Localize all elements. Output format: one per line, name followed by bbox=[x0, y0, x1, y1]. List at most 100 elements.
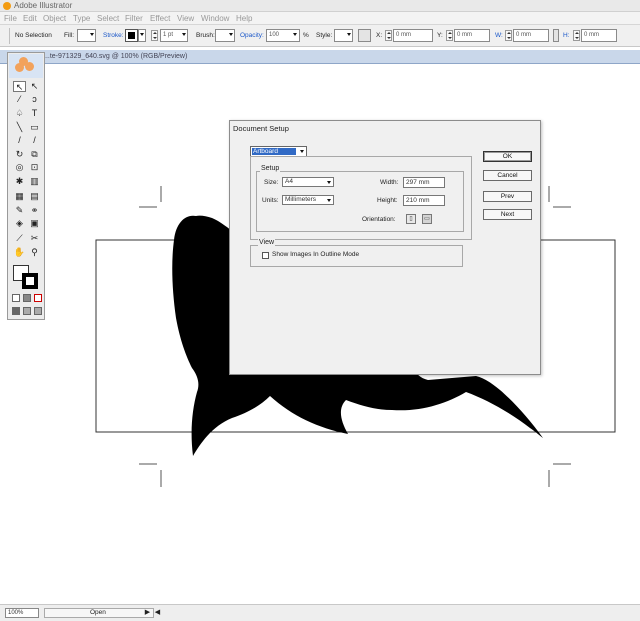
x-input[interactable]: 0 mm bbox=[393, 29, 433, 42]
full-screen-mode-icon[interactable] bbox=[34, 307, 42, 315]
stroke-swatch[interactable] bbox=[125, 29, 138, 42]
pencil-tool-icon[interactable]: / bbox=[28, 135, 41, 146]
standard-screen-mode-icon[interactable] bbox=[12, 307, 20, 315]
stroke-color-swatch[interactable] bbox=[22, 273, 38, 289]
menu-window[interactable]: Window bbox=[201, 14, 229, 23]
document-setup-dialog: Document Setup Artboard Setup Size: A4 U… bbox=[229, 120, 541, 375]
zoom-tool-icon[interactable]: ⚲ bbox=[28, 247, 41, 258]
status-text: Open bbox=[90, 609, 106, 616]
menu-select[interactable]: Select bbox=[97, 14, 119, 23]
size-dropdown[interactable]: A4 bbox=[282, 177, 334, 187]
h-stepper[interactable] bbox=[573, 30, 580, 41]
symbol-sprayer-tool-icon[interactable]: ✱ bbox=[13, 176, 26, 187]
menu-object[interactable]: Object bbox=[43, 14, 66, 23]
menu-effect[interactable]: Effect bbox=[150, 14, 170, 23]
lasso-tool-icon[interactable]: ↄ bbox=[28, 94, 41, 105]
direct-selection-tool-icon[interactable]: ↖ bbox=[28, 81, 41, 92]
h-label[interactable]: H: bbox=[563, 32, 570, 39]
document-tab-bar: ...te-971329_640.svg @ 100% (RGB/Preview… bbox=[0, 50, 640, 64]
y-stepper[interactable] bbox=[446, 30, 453, 41]
menu-help[interactable]: Help bbox=[236, 14, 252, 23]
rotate-tool-icon[interactable]: ↻ bbox=[13, 149, 26, 160]
live-paint-tool-icon[interactable]: ◈ bbox=[13, 218, 26, 229]
menu-edit[interactable]: Edit bbox=[23, 14, 37, 23]
w-label[interactable]: W: bbox=[495, 32, 503, 39]
column-graph-tool-icon[interactable]: ▥ bbox=[28, 176, 41, 187]
units-dropdown[interactable]: Millimeters bbox=[282, 195, 334, 205]
stroke-weight-input[interactable]: 1 pt bbox=[160, 29, 188, 42]
brush-label: Brush: bbox=[196, 32, 215, 39]
stroke-swatch-dropdown[interactable] bbox=[138, 29, 146, 42]
free-transform-tool-icon[interactable]: ⊡ bbox=[28, 162, 41, 173]
outline-mode-label: Show Images In Outline Mode bbox=[272, 251, 360, 258]
play-forward-icon[interactable]: ▶ bbox=[143, 608, 152, 618]
height-input[interactable]: 210 mm bbox=[403, 195, 445, 206]
scissors-tool-icon[interactable]: ✂ bbox=[28, 233, 41, 244]
color-mode-icon[interactable] bbox=[12, 294, 20, 302]
scale-tool-icon[interactable]: ⧉ bbox=[28, 149, 41, 160]
setup-group-label: Setup bbox=[260, 165, 281, 172]
stroke-weight-stepper[interactable] bbox=[151, 30, 158, 41]
app-logo-icon bbox=[3, 2, 11, 10]
style-label: Style: bbox=[316, 32, 333, 39]
units-label: Units: bbox=[262, 197, 279, 204]
landscape-orientation-icon[interactable]: ▭ bbox=[422, 214, 432, 224]
menu-filter[interactable]: Filter bbox=[125, 14, 143, 23]
fill-swatch-dropdown[interactable] bbox=[77, 29, 96, 42]
opacity-input[interactable]: 100 bbox=[266, 29, 300, 42]
rectangle-tool-icon[interactable]: ▭ bbox=[28, 122, 41, 133]
stroke-label[interactable]: Stroke: bbox=[103, 32, 124, 39]
style-dropdown[interactable] bbox=[334, 29, 353, 42]
view-group-label: View bbox=[258, 239, 276, 246]
next-button[interactable]: Next bbox=[483, 209, 532, 220]
menu-type[interactable]: Type bbox=[73, 14, 90, 23]
orientation-label: Orientation: bbox=[362, 216, 396, 223]
hand-tool-icon[interactable]: ✋ bbox=[13, 247, 26, 258]
slice-tool-icon[interactable]: ⟋ bbox=[13, 233, 26, 244]
chevron-down-icon bbox=[327, 199, 331, 202]
menu-file[interactable]: File bbox=[4, 14, 17, 23]
opacity-label[interactable]: Opacity: bbox=[240, 32, 264, 39]
link-icon[interactable] bbox=[553, 29, 559, 42]
app-title: Adobe Illustrator bbox=[14, 1, 73, 10]
gradient-mode-icon[interactable] bbox=[23, 294, 31, 302]
y-label: Y: bbox=[437, 32, 443, 39]
eyedropper-tool-icon[interactable]: ✎ bbox=[13, 205, 26, 216]
zoom-dropdown[interactable]: 100% bbox=[5, 608, 39, 618]
line-tool-icon[interactable]: ╲ bbox=[13, 122, 26, 133]
outline-mode-checkbox[interactable] bbox=[262, 252, 269, 259]
document-title[interactable]: ...te-971329_640.svg @ 100% (RGB/Preview… bbox=[44, 53, 187, 60]
menu-bar: File Edit Object Type Select Filter Effe… bbox=[0, 12, 640, 25]
mesh-tool-icon[interactable]: ▦ bbox=[13, 191, 26, 202]
gradient-tool-icon[interactable]: ▤ bbox=[28, 191, 41, 202]
selection-tool-icon[interactable]: ↖ bbox=[13, 81, 26, 92]
ok-button[interactable]: OK bbox=[483, 151, 532, 162]
none-mode-icon[interactable] bbox=[34, 294, 42, 302]
title-bar: Adobe Illustrator bbox=[0, 0, 640, 12]
w-input[interactable]: 0 mm bbox=[513, 29, 549, 42]
full-screen-menu-mode-icon[interactable] bbox=[23, 307, 31, 315]
live-paint-selection-tool-icon[interactable]: ▣ bbox=[28, 218, 41, 229]
w-stepper[interactable] bbox=[505, 30, 512, 41]
dialog-title: Document Setup bbox=[233, 124, 289, 133]
width-input[interactable]: 297 mm bbox=[403, 177, 445, 188]
warp-tool-icon[interactable]: ◎ bbox=[13, 162, 26, 173]
menu-view[interactable]: View bbox=[177, 14, 194, 23]
flower-logo-icon bbox=[9, 54, 43, 78]
opacity-unit: % bbox=[303, 32, 309, 39]
brush-dropdown[interactable] bbox=[215, 29, 235, 42]
y-input[interactable]: 0 mm bbox=[454, 29, 490, 42]
prev-button[interactable]: Prev bbox=[483, 191, 532, 202]
x-stepper[interactable] bbox=[385, 30, 392, 41]
portrait-orientation-icon[interactable]: ▯ bbox=[406, 214, 416, 224]
type-tool-icon[interactable]: T bbox=[28, 108, 41, 119]
status-bar: 100% Open ▶ ◀ bbox=[0, 604, 640, 621]
transform-reference-icon[interactable] bbox=[358, 29, 371, 42]
pen-tool-icon[interactable]: ♤ bbox=[13, 108, 26, 119]
paintbrush-tool-icon[interactable]: / bbox=[13, 135, 26, 146]
h-input[interactable]: 0 mm bbox=[581, 29, 617, 42]
step-back-icon[interactable]: ◀ bbox=[153, 608, 162, 618]
cancel-button[interactable]: Cancel bbox=[483, 170, 532, 181]
magic-wand-tool-icon[interactable]: ⁄ bbox=[13, 94, 26, 105]
blend-tool-icon[interactable]: ⚭ bbox=[28, 205, 41, 216]
